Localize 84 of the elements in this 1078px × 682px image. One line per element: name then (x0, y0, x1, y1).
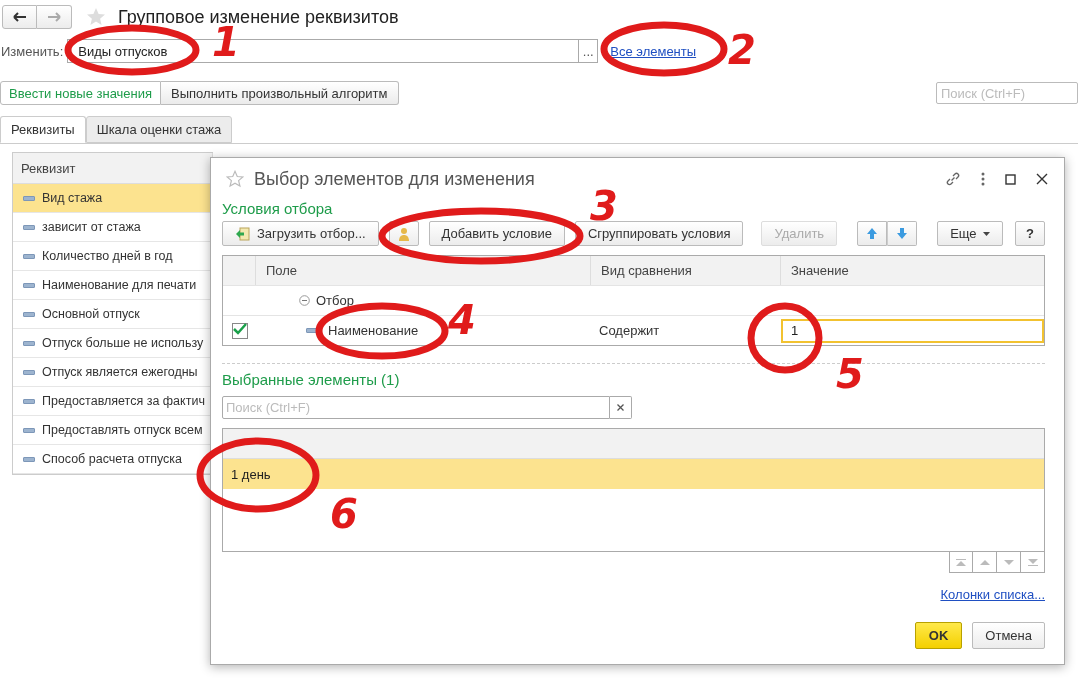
up-arrow-icon (866, 227, 879, 240)
action-button[interactable]: Ввести новые значения (0, 81, 162, 105)
attribute-icon (23, 456, 35, 462)
table-cell: Способ расчета отпуска (42, 452, 183, 466)
attribute-icon (23, 253, 35, 259)
checkbox[interactable] (231, 322, 248, 339)
table-cell: Предоставляется за фактич (42, 394, 205, 408)
search-field[interactable]: Поиск (Ctrl+F) (222, 396, 610, 419)
table-cell: Вид стажа (42, 191, 103, 205)
list-row[interactable]: 1 день (223, 459, 1044, 489)
load-icon (235, 225, 251, 242)
down-icon (1003, 559, 1014, 565)
action-button[interactable]: Выполнить произвольный алгоритм (161, 81, 399, 105)
column-header[interactable]: Поле (256, 256, 591, 285)
tab[interactable]: Реквизиты (0, 116, 86, 143)
attribute-icon (23, 398, 35, 404)
column-header[interactable]: Вид сравнения (591, 256, 781, 285)
attribute-icon (23, 224, 35, 230)
forward-arrow-icon (47, 12, 61, 22)
table-cell: Предоставлять отпуск всем (42, 423, 203, 437)
attribute-icon (23, 311, 35, 317)
scroll-top-button[interactable] (949, 552, 973, 573)
section-heading: Выбранные элементы (1) (222, 371, 400, 390)
maximize-icon[interactable] (1005, 173, 1016, 185)
collapse-icon[interactable] (299, 295, 310, 306)
table-cell: Отпуск является ежегодны (42, 365, 198, 379)
back-arrow-icon (12, 12, 27, 22)
field-label: Изменить: (1, 43, 64, 59)
search-field[interactable]: Поиск (Ctrl+F) (936, 82, 1078, 104)
tab[interactable]: Шкала оценки стажа (85, 116, 233, 143)
up-icon (979, 559, 990, 565)
first-icon (956, 558, 966, 566)
star-icon[interactable] (86, 7, 106, 27)
attribute-icon (23, 282, 35, 288)
annotation-number: 2 (728, 30, 756, 70)
annotation-number: 4 (448, 300, 476, 340)
cancel-button[interactable]: Отмена (972, 622, 1045, 649)
table-cell: Основной отпуск (42, 307, 140, 321)
list-columns-link[interactable]: Колонки списка... (940, 587, 1045, 602)
help-button[interactable]: ? (1015, 221, 1045, 246)
table-cell: 1 день (231, 466, 271, 482)
down-arrow-icon (896, 227, 909, 240)
section-heading: Условия отбора (222, 200, 333, 219)
attribute-icon (23, 340, 35, 346)
annotation-number: 5 (836, 354, 864, 394)
ok-button[interactable]: OK (914, 622, 963, 649)
dialog-title: Выбор элементов для изменения (254, 168, 535, 190)
table-cell: Отбор (316, 293, 354, 308)
back-button[interactable] (2, 5, 37, 29)
attribute-icon (23, 427, 35, 433)
table-cell: Наименование (328, 323, 419, 338)
all-elements-link[interactable]: Все элементы (610, 43, 697, 59)
table-cell: зависит от стажа (42, 220, 141, 234)
table-cell: Количество дней в год (42, 249, 173, 263)
toolbar-button[interactable]: Сгруппировать условия (574, 221, 744, 246)
table-cell: Наименование для печати (42, 278, 197, 292)
load-filter-button[interactable]: Загрузить отбор... (222, 221, 379, 246)
close-icon[interactable] (1036, 173, 1048, 185)
more-menu-button[interactable]: Еще (937, 221, 1003, 246)
table-row[interactable]: Вид стажа (13, 184, 213, 213)
link-icon[interactable] (945, 171, 961, 187)
star-icon[interactable] (226, 170, 244, 188)
select-button[interactable]: ... (579, 39, 599, 63)
scroll-bottom-button[interactable] (1021, 552, 1045, 573)
person-icon (396, 225, 411, 242)
annotation-number: 6 (330, 494, 358, 534)
attribute-icon (23, 195, 35, 201)
scroll-down-button[interactable] (997, 552, 1021, 573)
move-down-button[interactable] (887, 221, 918, 246)
last-icon (1027, 558, 1038, 566)
clear-button[interactable] (610, 396, 632, 419)
scroll-up-button[interactable] (973, 552, 997, 573)
close-icon (617, 404, 624, 411)
table-cell: Отпуск больше не использу (42, 336, 204, 350)
column-header[interactable] (223, 429, 1044, 459)
column-header[interactable]: Значение (781, 256, 1044, 285)
move-up-button[interactable] (857, 221, 888, 246)
table-cell-text: Содержит (598, 323, 660, 338)
more-icon[interactable] (981, 172, 985, 186)
caret-icon (982, 231, 990, 236)
attribute-icon (23, 369, 35, 375)
value-field[interactable]: 1 (781, 318, 1044, 343)
toolbar-button[interactable]: Добавить условие (428, 221, 565, 246)
field-icon (306, 328, 318, 333)
